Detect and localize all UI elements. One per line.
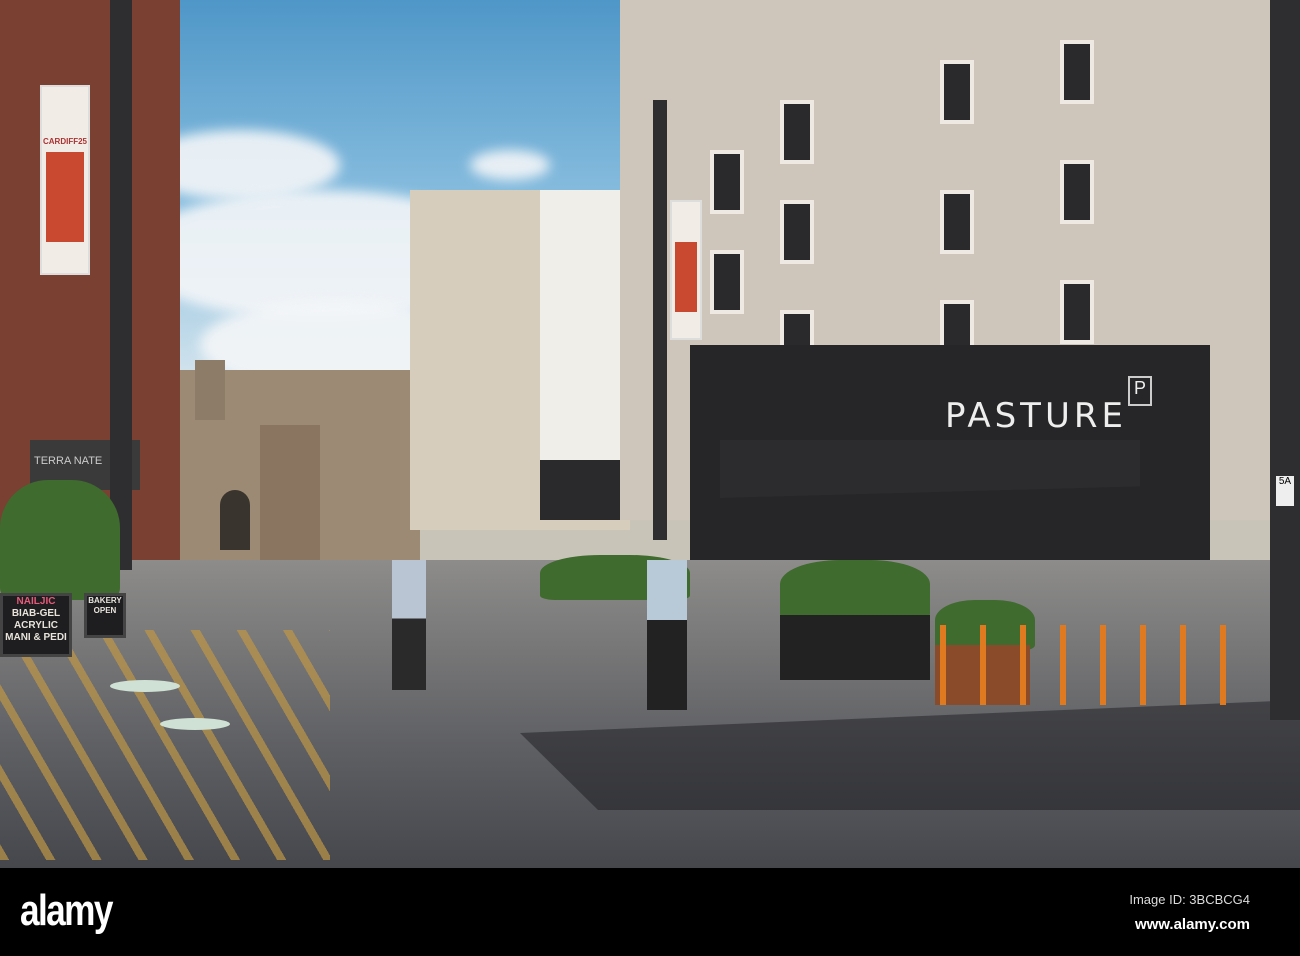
shop-sign: TERRA NATE bbox=[34, 455, 103, 467]
watermark-footer: alamy Image ID: 3BCBCG4 www.alamy.com bbox=[0, 868, 1300, 956]
bakery-chalkboard: BAKERY OPEN bbox=[84, 593, 126, 638]
banner-text: CARDIFF25 bbox=[42, 137, 87, 146]
image-id: Image ID: 3BCBCG4 bbox=[1129, 892, 1250, 907]
lamp-post bbox=[1270, 0, 1300, 720]
nails-chalkboard: NAILJIC BIAB-GEL ACRYLIC MANI & PEDI bbox=[0, 593, 72, 657]
street-photo: PASTURE P TERRA NATE CARDIFF25 5A NAILJI… bbox=[0, 0, 1300, 868]
chalkboard-line: NAILJIC bbox=[16, 596, 56, 607]
chalkboard-line: MANI & PEDI bbox=[5, 632, 67, 643]
pedestrian bbox=[392, 560, 426, 690]
cafe-chairs bbox=[0, 630, 330, 860]
corner-marker: 5A bbox=[1276, 476, 1294, 506]
chalkboard-line: OPEN bbox=[93, 605, 117, 615]
banner bbox=[670, 200, 702, 340]
pasture-logo: P bbox=[1128, 376, 1152, 406]
site-url: www.alamy.com bbox=[1134, 916, 1250, 933]
pasture-sign: PASTURE bbox=[945, 396, 1127, 436]
chalkboard-line: BIAB-GEL bbox=[11, 608, 61, 619]
pedestrian bbox=[647, 560, 687, 710]
chalkboard-line: ACRYLIC bbox=[13, 620, 59, 631]
terraced-buildings bbox=[410, 190, 630, 530]
chalkboard-line: BAKERY bbox=[88, 596, 122, 605]
banner: CARDIFF25 bbox=[40, 85, 90, 275]
red-brick-building: TERRA NATE bbox=[0, 0, 180, 560]
castle-gatehouse bbox=[180, 360, 420, 565]
alamy-logo: alamy bbox=[20, 886, 113, 935]
lamp-post bbox=[653, 100, 667, 540]
lamp-post bbox=[110, 0, 132, 570]
